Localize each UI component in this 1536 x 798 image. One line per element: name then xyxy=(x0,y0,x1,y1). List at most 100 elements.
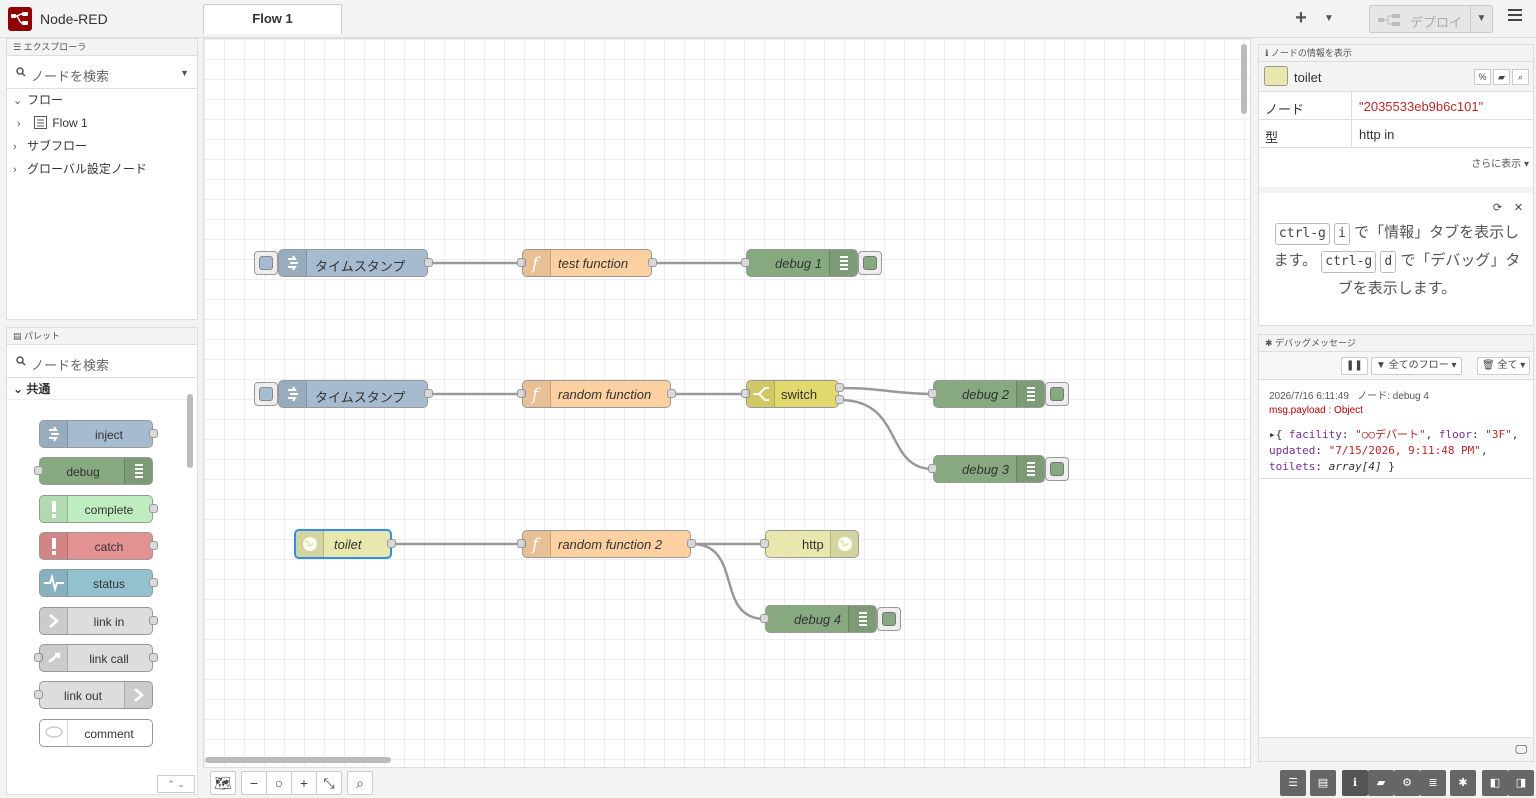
toggle-left-panel-icon[interactable]: ◧ xyxy=(1482,770,1508,796)
info-header: ℹ ノードの情報を表示 xyxy=(1259,45,1533,62)
palette-node-inject[interactable]: inject xyxy=(39,420,158,448)
app-title: Node-RED xyxy=(40,11,108,27)
flow-list-caret-icon[interactable]: ▼ xyxy=(1322,10,1336,28)
palette-node-link-in[interactable]: link in xyxy=(39,607,158,635)
zoom-reset-button[interactable]: ○ xyxy=(266,771,292,795)
filter-flows-dropdown[interactable]: ▼ 全てのフロー ▾ xyxy=(1371,357,1462,375)
tab-context-icon[interactable]: ≣ xyxy=(1420,770,1446,796)
palette-node-complete[interactable]: complete xyxy=(39,495,158,523)
palette-title: パレット xyxy=(24,331,61,341)
node-timestamp-1[interactable]: タイムスタンプ xyxy=(278,249,433,277)
node-test-function[interactable]: f test function xyxy=(517,249,657,277)
debug-list-icon xyxy=(1016,456,1044,482)
tab-explorer-icon[interactable]: ☰ xyxy=(1280,770,1306,796)
toggle-right-panel-icon[interactable]: ◨ xyxy=(1508,770,1534,796)
globe-icon xyxy=(1264,66,1288,86)
main-menu-icon[interactable] xyxy=(1508,9,1524,29)
sidebar-tabs: ☰ ▤ ℹ ▰ ⚙ ≣ ✱ ◧ ◨ xyxy=(1280,768,1536,798)
workspace-vertical-scrollbar[interactable] xyxy=(1241,44,1247,114)
search-flows-icon[interactable]: ⌕ xyxy=(347,771,373,795)
palette-node-link-out[interactable]: link out xyxy=(34,681,153,709)
deploy-button[interactable]: デプロイ ▼ xyxy=(1369,5,1493,33)
palette-collapse-toggle[interactable]: ⌃ ⌄ xyxy=(157,775,195,793)
debug-3-toggle[interactable] xyxy=(1045,457,1069,481)
node-toilet-http-in[interactable]: toilet xyxy=(294,529,396,559)
debug-2-toggle[interactable] xyxy=(1045,382,1069,406)
close-icon[interactable]: ✕ xyxy=(1511,201,1526,216)
palette-node-link-call[interactable]: link call xyxy=(34,644,158,672)
tab-debug-icon[interactable]: ✱ xyxy=(1450,770,1476,796)
globe-icon xyxy=(830,531,858,557)
debug-4-toggle[interactable] xyxy=(877,607,901,631)
tab-flow-1[interactable]: Flow 1 xyxy=(203,4,342,34)
debug-toolbar: ❚❚ ▼ 全てのフロー ▾ 🗑 全て ▾ xyxy=(1259,352,1533,380)
zoom-in-button[interactable]: + xyxy=(291,771,317,795)
flow-workspace[interactable]: タイムスタンプ f test function debug 1 タイムスタンプ … xyxy=(203,38,1251,768)
comment-icon xyxy=(40,720,68,746)
link-icon[interactable]: % xyxy=(1474,69,1491,85)
prop-row-type: 型 http in xyxy=(1259,120,1533,148)
node-switch[interactable]: switch xyxy=(741,380,844,408)
palette-category-common[interactable]: ⌄ 共通 xyxy=(7,378,187,400)
node-http-response[interactable]: http xyxy=(760,530,859,558)
search-icon[interactable]: ⌕ xyxy=(1512,69,1529,85)
function-icon: f xyxy=(523,381,551,407)
book-icon[interactable]: ▰ xyxy=(1493,69,1510,85)
palette-node-catch[interactable]: catch xyxy=(39,532,158,560)
zoom-out-button[interactable]: − xyxy=(241,771,267,795)
explorer-search-input[interactable]: ノードを検索 xyxy=(31,66,109,85)
explorer-header: ☰ エクスプローラ xyxy=(7,39,197,56)
svg-text:f: f xyxy=(530,254,541,274)
node-debug-1[interactable]: debug 1 xyxy=(741,249,858,277)
deploy-caret-icon[interactable]: ▼ xyxy=(1470,6,1492,32)
palette-node-status[interactable]: status xyxy=(39,569,158,597)
node-random-function-2[interactable]: f random function 2 xyxy=(517,530,696,558)
clear-messages-button[interactable]: 🗑 全て ▾ xyxy=(1477,357,1531,375)
add-flow-button[interactable]: + xyxy=(1292,8,1310,30)
node-debug-3[interactable]: debug 3 xyxy=(928,455,1045,483)
chevron-right-icon: › xyxy=(17,118,21,130)
workspace-horizontal-scrollbar[interactable] xyxy=(205,757,391,763)
palette-search-input[interactable]: ノードを検索 xyxy=(31,355,109,374)
pause-button[interactable]: ❚❚ xyxy=(1341,357,1368,375)
node-random-function[interactable]: f random function xyxy=(517,380,676,408)
inject-button[interactable] xyxy=(254,251,278,275)
header: Node-RED Flow 1 + ▼ デプロイ ▼ xyxy=(0,0,1536,38)
tree-item-flow-1[interactable]: › Flow 1 xyxy=(17,114,88,132)
node-timestamp-2[interactable]: タイムスタンプ xyxy=(278,380,433,408)
deploy-icon xyxy=(1378,14,1400,26)
tree-item-global-config[interactable]: › グローバル設定ノード xyxy=(13,160,147,178)
navigator-map-icon[interactable]: 🗺 xyxy=(210,771,236,795)
tab-config-icon[interactable]: ⚙ xyxy=(1394,770,1420,796)
debug-1-toggle[interactable] xyxy=(858,251,882,275)
palette-node-debug[interactable]: debug xyxy=(34,457,153,485)
palette-scrollbar[interactable] xyxy=(186,382,194,762)
workspace-footer: 🗺 − ○ + ⤡ ⌕ xyxy=(203,768,1251,798)
explorer-icon: ☰ xyxy=(13,42,24,52)
node-red-logo-icon xyxy=(8,7,32,31)
tree-item-subflows[interactable]: › サブフロー xyxy=(13,137,87,155)
refresh-icon[interactable]: ⟳ xyxy=(1490,201,1505,216)
tab-help-icon[interactable]: ▰ xyxy=(1368,770,1394,796)
show-more-link[interactable]: さらに表示 ▾ xyxy=(1471,155,1529,170)
function-icon: f xyxy=(523,250,551,276)
debug-panel: ✱ デバッグメッセージ ❚❚ ▼ 全てのフロー ▾ 🗑 全て ▾ 2026/7/… xyxy=(1258,334,1534,762)
debug-list-icon xyxy=(124,458,152,484)
explorer-search[interactable]: ノードを検索 ▼ xyxy=(7,57,197,89)
palette-search[interactable]: ノードを検索 xyxy=(7,346,197,378)
function-icon: f xyxy=(523,531,551,557)
monitor-icon[interactable]: 🖵 xyxy=(1515,742,1527,757)
chevron-down-icon[interactable]: ▼ xyxy=(180,68,189,78)
tab-palette-icon[interactable]: ▤ xyxy=(1310,770,1336,796)
zoom-fit-icon[interactable]: ⤡ xyxy=(316,771,342,795)
switch-icon xyxy=(747,381,775,407)
tree-item-flows[interactable]: ⌄ フロー xyxy=(13,91,63,109)
debug-msg-payload[interactable]: ▸{ facility: "○○デパート", floor: "3F", upda… xyxy=(1269,427,1529,475)
debug-title: デバッグメッセージ xyxy=(1275,338,1356,348)
svg-text:f: f xyxy=(530,535,541,555)
palette-node-comment[interactable]: comment xyxy=(39,719,153,747)
inject-button[interactable] xyxy=(254,382,278,406)
tab-info-icon[interactable]: ℹ xyxy=(1342,770,1368,796)
node-debug-2[interactable]: debug 2 xyxy=(928,380,1045,408)
node-debug-4[interactable]: debug 4 xyxy=(760,605,877,633)
